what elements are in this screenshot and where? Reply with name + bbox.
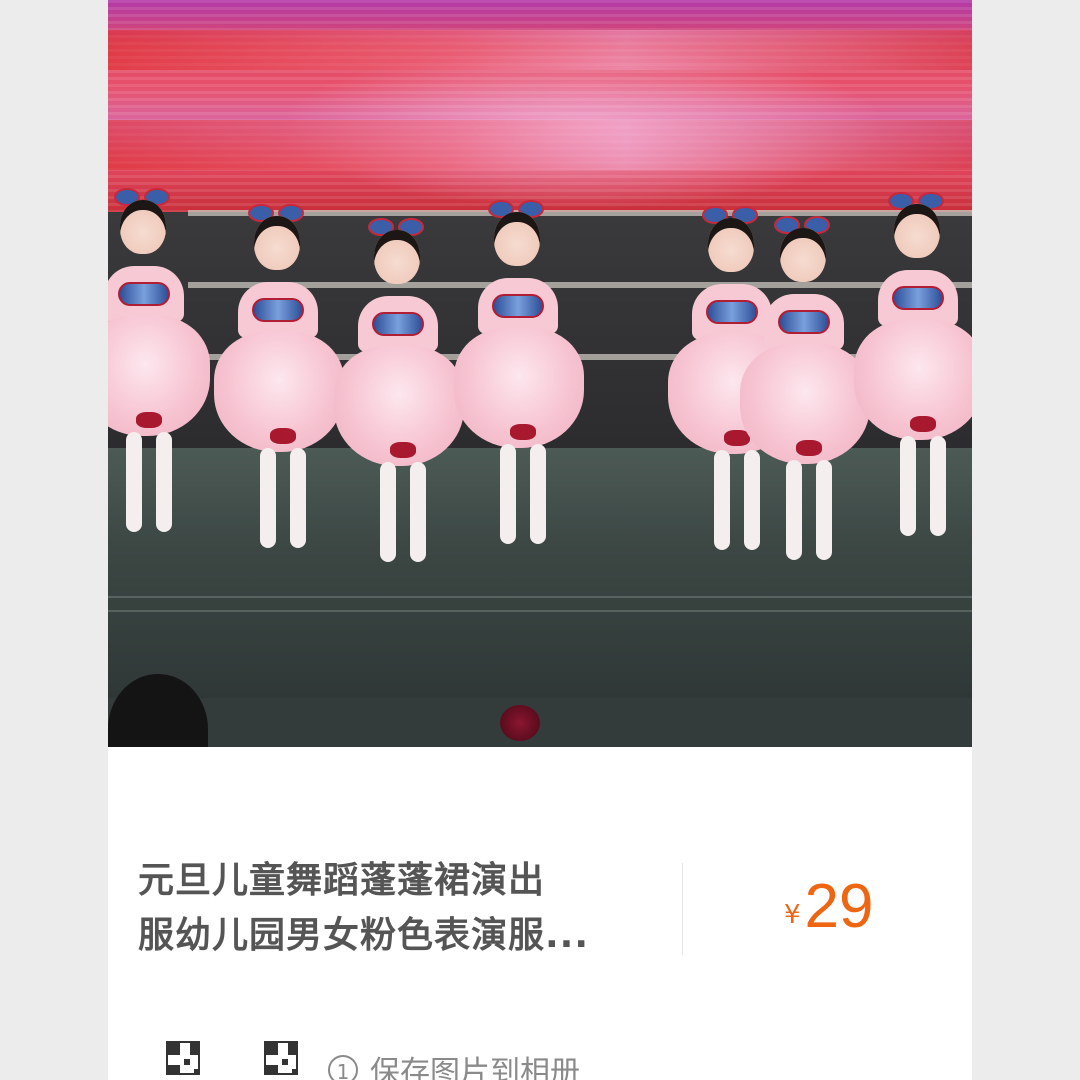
led-band — [108, 30, 972, 70]
qr-code-icon — [166, 1041, 200, 1075]
step-number-badge: 1 — [328, 1055, 358, 1080]
product-photo[interactable] — [108, 0, 972, 747]
product-price: ¥29 — [784, 871, 874, 942]
product-title-line1: 元旦儿童舞蹈蓬蓬裙演出 — [138, 860, 546, 901]
save-to-album-hint: 1 保存图片到相册 — [328, 1047, 580, 1080]
stage-front — [108, 698, 972, 747]
stage-floor-line — [108, 610, 972, 612]
product-title[interactable]: 元旦儿童舞蹈蓬蓬裙演出 服幼儿园男女粉色表演服... — [138, 853, 658, 963]
product-info: 元旦儿童舞蹈蓬蓬裙演出 服幼儿园男女粉色表演服... ¥29 1 保存图片到相册 — [108, 747, 972, 1080]
divider — [682, 863, 683, 955]
price-currency: ¥ — [784, 900, 801, 930]
price-amount: 29 — [804, 872, 874, 941]
led-band — [108, 120, 972, 170]
save-hint-text: 保存图片到相册 — [370, 1055, 580, 1080]
stage-floor-line — [108, 596, 972, 598]
product-share-card: 元旦儿童舞蹈蓬蓬裙演出 服幼儿园男女粉色表演服... ¥29 1 保存图片到相册 — [108, 0, 972, 1080]
flower-decoration — [500, 705, 540, 741]
qr-code-icon — [264, 1041, 298, 1075]
stage-rail — [188, 210, 972, 216]
product-title-line2: 服幼儿园男女粉色表演服... — [138, 915, 590, 956]
